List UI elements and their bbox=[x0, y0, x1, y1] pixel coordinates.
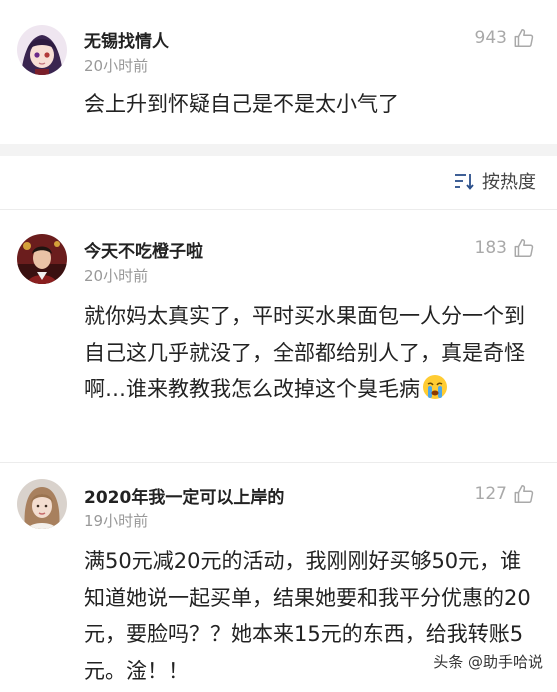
like-count: 183 bbox=[474, 238, 507, 258]
like-button[interactable]: 127 bbox=[475, 483, 535, 505]
watermark: 头条 @助手哈说 bbox=[433, 653, 543, 671]
sort-by-popularity-button[interactable]: 按热度 bbox=[453, 168, 536, 194]
comment-text: 会上升到怀疑自己是不是太小气了 bbox=[84, 92, 399, 116]
thumbs-up-icon bbox=[514, 485, 534, 503]
timestamp: 20小时前 bbox=[84, 267, 149, 285]
crying-face-emoji bbox=[423, 375, 447, 399]
thumbs-up-icon bbox=[514, 239, 534, 257]
avatar[interactable] bbox=[17, 25, 67, 75]
comment-text-body: 就你妈太真实了，平时买水果面包一人分一个到自己这几乎就没了，全部都给别人了，真是… bbox=[84, 304, 525, 401]
sort-icon bbox=[455, 174, 474, 190]
person-avatar-image bbox=[17, 479, 67, 529]
section-divider bbox=[0, 144, 557, 156]
timestamp: 20小时前 bbox=[84, 57, 149, 75]
like-button[interactable]: 943 bbox=[475, 27, 535, 49]
avatar[interactable] bbox=[17, 479, 67, 529]
like-count: 127 bbox=[474, 484, 507, 504]
person-avatar-image bbox=[17, 234, 67, 284]
username[interactable]: 无锡找情人 bbox=[84, 27, 169, 52]
comment-item: 无锡找情人 20小时前 943 会上升到怀疑自己是不是太小气了 bbox=[0, 0, 557, 144]
comment-item: 今天不吃橙子啦 20小时前 183 就你妈太真实了，平时买水果面包一人分一个到自… bbox=[0, 210, 557, 462]
like-button[interactable]: 183 bbox=[475, 237, 535, 259]
like-count: 943 bbox=[474, 28, 507, 48]
anime-avatar-image bbox=[17, 25, 67, 75]
avatar[interactable] bbox=[17, 234, 67, 284]
comments-page: 无锡找情人 20小时前 943 会上升到怀疑自己是不是太小气了 按热度 今天不吃… bbox=[0, 0, 557, 692]
sort-label: 按热度 bbox=[482, 172, 536, 193]
thumbs-up-icon bbox=[514, 29, 534, 47]
timestamp: 19小时前 bbox=[84, 512, 149, 530]
comment-text: 就你妈太真实了，平时买水果面包一人分一个到自己这几乎就没了，全部都给别人了，真是… bbox=[84, 298, 534, 408]
username[interactable]: 2020年我一定可以上岸的 bbox=[84, 483, 284, 508]
username[interactable]: 今天不吃橙子啦 bbox=[84, 237, 203, 262]
